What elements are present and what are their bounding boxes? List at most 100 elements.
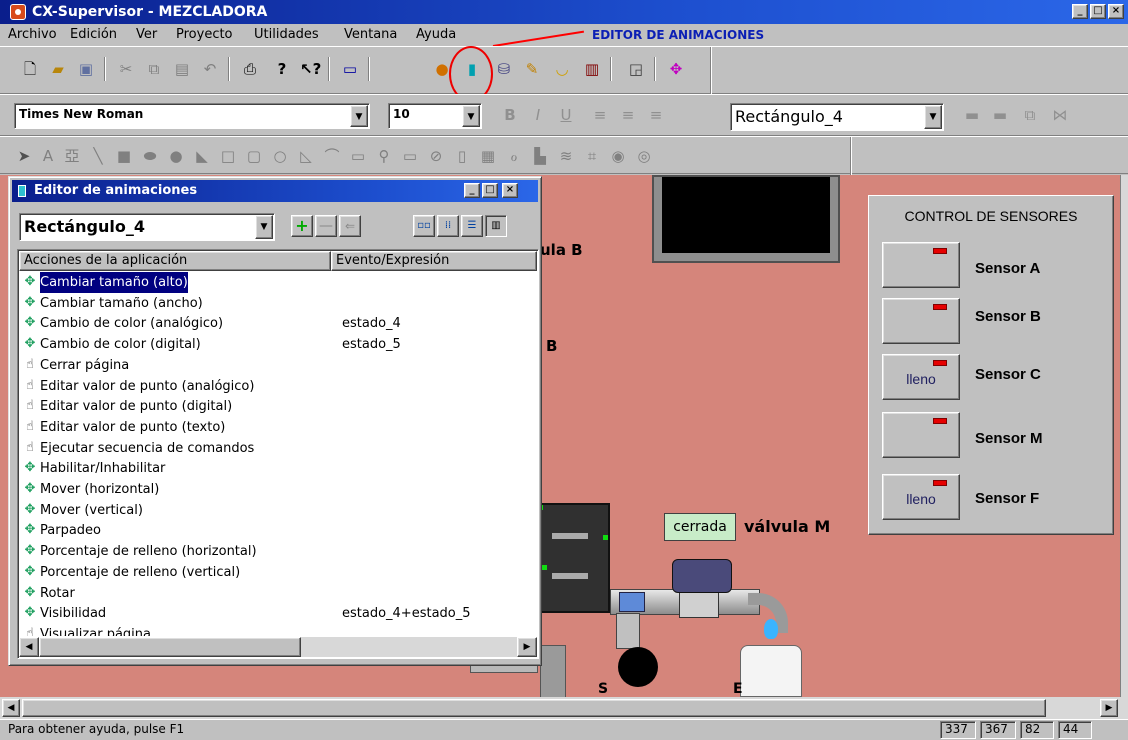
list-item[interactable]: ✥ Rotar bbox=[20, 583, 536, 604]
bowls-icon[interactable]: ◡ bbox=[552, 59, 572, 79]
editor-close-button[interactable]: × bbox=[502, 183, 518, 198]
list-item[interactable]: ✥ Habilitar/Inhabilitar bbox=[20, 458, 536, 479]
bold-button[interactable]: B bbox=[500, 105, 520, 125]
chevron-down-icon[interactable]: ▼ bbox=[924, 105, 942, 129]
minimize-button[interactable]: _ bbox=[1072, 4, 1088, 19]
rectangle-fill-icon[interactable]: ■ bbox=[114, 146, 134, 166]
scroll-right-icon[interactable]: ▶ bbox=[1100, 699, 1118, 717]
slider-icon[interactable]: ▯ bbox=[452, 146, 472, 166]
scroll-thumb[interactable] bbox=[39, 637, 301, 657]
font-combo[interactable]: Times New Roman ▼ bbox=[14, 103, 370, 129]
rectangle-icon[interactable]: □ bbox=[218, 146, 238, 166]
list-item[interactable]: ☝ Editar valor de punto (analógico) bbox=[20, 376, 536, 397]
maximize-button[interactable]: □ bbox=[1090, 4, 1106, 19]
list-item[interactable]: ✥ Mover (vertical) bbox=[20, 500, 536, 521]
object-combo[interactable]: Rectángulo_4 ▼ bbox=[730, 103, 944, 131]
remove-action-button[interactable]: — bbox=[315, 215, 337, 237]
editor-minimize-button[interactable]: _ bbox=[464, 183, 480, 198]
small-icons-button[interactable]: ⁞⁞ bbox=[437, 215, 459, 237]
menu-utilidades[interactable]: Utilidades bbox=[254, 24, 319, 46]
ellipse-icon[interactable]: ○ bbox=[270, 146, 290, 166]
list-item[interactable]: ✥ Porcentaje de relleno (vertical) bbox=[20, 562, 536, 583]
list-item[interactable]: ☝ Editar valor de punto (digital) bbox=[20, 396, 536, 417]
chevron-down-icon[interactable]: ▼ bbox=[462, 105, 480, 127]
align-center-icon[interactable]: ≡ bbox=[618, 105, 638, 125]
color-wheel-icon[interactable]: ✥ bbox=[666, 59, 686, 79]
window-icon[interactable]: ▭ bbox=[340, 59, 360, 79]
sensor-m-button[interactable] bbox=[882, 412, 960, 458]
scroll-right-icon[interactable]: ▶ bbox=[517, 637, 537, 657]
arc-icon[interactable]: ⌒ bbox=[322, 146, 342, 166]
polygon-icon[interactable]: ◺ bbox=[296, 146, 316, 166]
align-left-icon[interactable]: ≡ bbox=[590, 105, 610, 125]
copy-icon[interactable]: ⧉ bbox=[144, 59, 164, 79]
menu-ayuda[interactable]: Ayuda bbox=[416, 24, 456, 46]
properties-icon[interactable]: ◲ bbox=[626, 59, 646, 79]
list-item[interactable]: ✥ Mover (horizontal) bbox=[20, 479, 536, 500]
bar-icon[interactable]: ▭ bbox=[400, 146, 420, 166]
chart-icon[interactable]: ▙ bbox=[530, 146, 550, 166]
frame-icon[interactable]: ▭ bbox=[348, 146, 368, 166]
editor-hscrollbar[interactable]: ◀ ▶ bbox=[19, 637, 537, 657]
objects-icon[interactable]: ⛁ bbox=[494, 59, 514, 79]
bring-front-icon[interactable]: ⧉ bbox=[1020, 105, 1040, 125]
chevron-down-icon[interactable]: ▼ bbox=[255, 215, 273, 239]
list-item[interactable]: ☝ Ejecutar secuencia de comandos bbox=[20, 438, 536, 459]
sensor-f-button[interactable]: lleno bbox=[882, 474, 960, 520]
library-icon[interactable]: ▥ bbox=[582, 59, 602, 79]
rounded-fill-icon[interactable]: ⬬ bbox=[140, 146, 160, 166]
grid-icon[interactable]: ⌗ bbox=[582, 146, 602, 166]
save-icon[interactable]: ▣ bbox=[76, 59, 96, 79]
list-item[interactable]: ✥ Cambio de color (analógico) estado_4 bbox=[20, 313, 536, 334]
list-item[interactable]: ✥ Cambio de color (digital) estado_5 bbox=[20, 334, 536, 355]
list-item[interactable]: ✥ Visibilidad estado_4+estado_5 bbox=[20, 603, 536, 624]
print-icon[interactable]: ⎙ bbox=[240, 59, 260, 79]
font-size-combo[interactable]: 10 ▼ bbox=[388, 103, 482, 129]
list-item[interactable]: ☝ Editar valor de punto (texto) bbox=[20, 417, 536, 438]
large-icons-button[interactable]: ▫▫ bbox=[413, 215, 435, 237]
list-item[interactable]: ☝ Visualizar página bbox=[20, 624, 536, 636]
polygon-fill-icon[interactable]: ◣ bbox=[192, 146, 212, 166]
align-objects-icon[interactable]: ▬ bbox=[990, 105, 1010, 125]
open-icon[interactable]: ▰ bbox=[48, 59, 68, 79]
canvas-hscrollbar[interactable]: ◀ ▶ bbox=[0, 697, 1128, 719]
menu-ventana[interactable]: Ventana bbox=[344, 24, 397, 46]
app-icon[interactable] bbox=[10, 4, 26, 20]
alarm-icon[interactable]: ≋ bbox=[556, 146, 576, 166]
back-icon[interactable]: ⇐ bbox=[339, 215, 361, 237]
chevron-down-icon[interactable]: ▼ bbox=[350, 105, 368, 127]
editor-object-combo[interactable]: Rectángulo_4 ▼ bbox=[19, 213, 275, 241]
list-item[interactable]: ✥ Cambiar tamaño (alto) bbox=[20, 272, 536, 294]
cut-icon[interactable]: ✂ bbox=[116, 59, 136, 79]
help-icon[interactable]: ? bbox=[272, 59, 292, 79]
control-icon[interactable]: ◉ bbox=[608, 146, 628, 166]
pipe-icon[interactable]: ⚲ bbox=[374, 146, 394, 166]
list-item[interactable]: ✥ Parpadeo bbox=[20, 520, 536, 541]
text-tool-icon[interactable]: A bbox=[38, 146, 58, 166]
scroll-thumb[interactable] bbox=[22, 699, 1046, 717]
column-header-event[interactable]: Evento/Expresión bbox=[331, 251, 537, 271]
underline-button[interactable]: U bbox=[556, 105, 576, 125]
menu-ver[interactable]: Ver bbox=[136, 24, 157, 46]
list-item[interactable]: ☝ Cerrar página bbox=[20, 355, 536, 376]
distribute-icon[interactable]: ⋈ bbox=[1050, 105, 1070, 125]
menu-archivo[interactable]: Archivo bbox=[8, 24, 57, 46]
palette-icon[interactable]: ✎ bbox=[522, 59, 542, 79]
list-view-button[interactable]: ☰ bbox=[461, 215, 483, 237]
line-tool-icon[interactable]: ╲ bbox=[88, 146, 108, 166]
gauge-icon[interactable]: ⊘ bbox=[426, 146, 446, 166]
paste-icon[interactable]: ▤ bbox=[172, 59, 192, 79]
scroll-left-icon[interactable]: ◀ bbox=[2, 699, 20, 717]
align-right-icon[interactable]: ≡ bbox=[646, 105, 666, 125]
bitmap-icon[interactable]: ▦ bbox=[478, 146, 498, 166]
menu-edicion[interactable]: Edición bbox=[70, 24, 117, 46]
close-button[interactable]: × bbox=[1108, 4, 1124, 19]
valve-m-state[interactable]: cerrada bbox=[664, 513, 736, 541]
sensor-b-button[interactable] bbox=[882, 298, 960, 344]
align-objects-icon[interactable]: ▬ bbox=[962, 105, 982, 125]
vertical-scrollbar[interactable] bbox=[1120, 175, 1128, 697]
ellipse-fill-icon[interactable]: ● bbox=[166, 146, 186, 166]
menu-proyecto[interactable]: Proyecto bbox=[176, 24, 233, 46]
sensor-c-button[interactable]: lleno bbox=[882, 354, 960, 400]
column-header-actions[interactable]: Acciones de la aplicación bbox=[19, 251, 331, 271]
